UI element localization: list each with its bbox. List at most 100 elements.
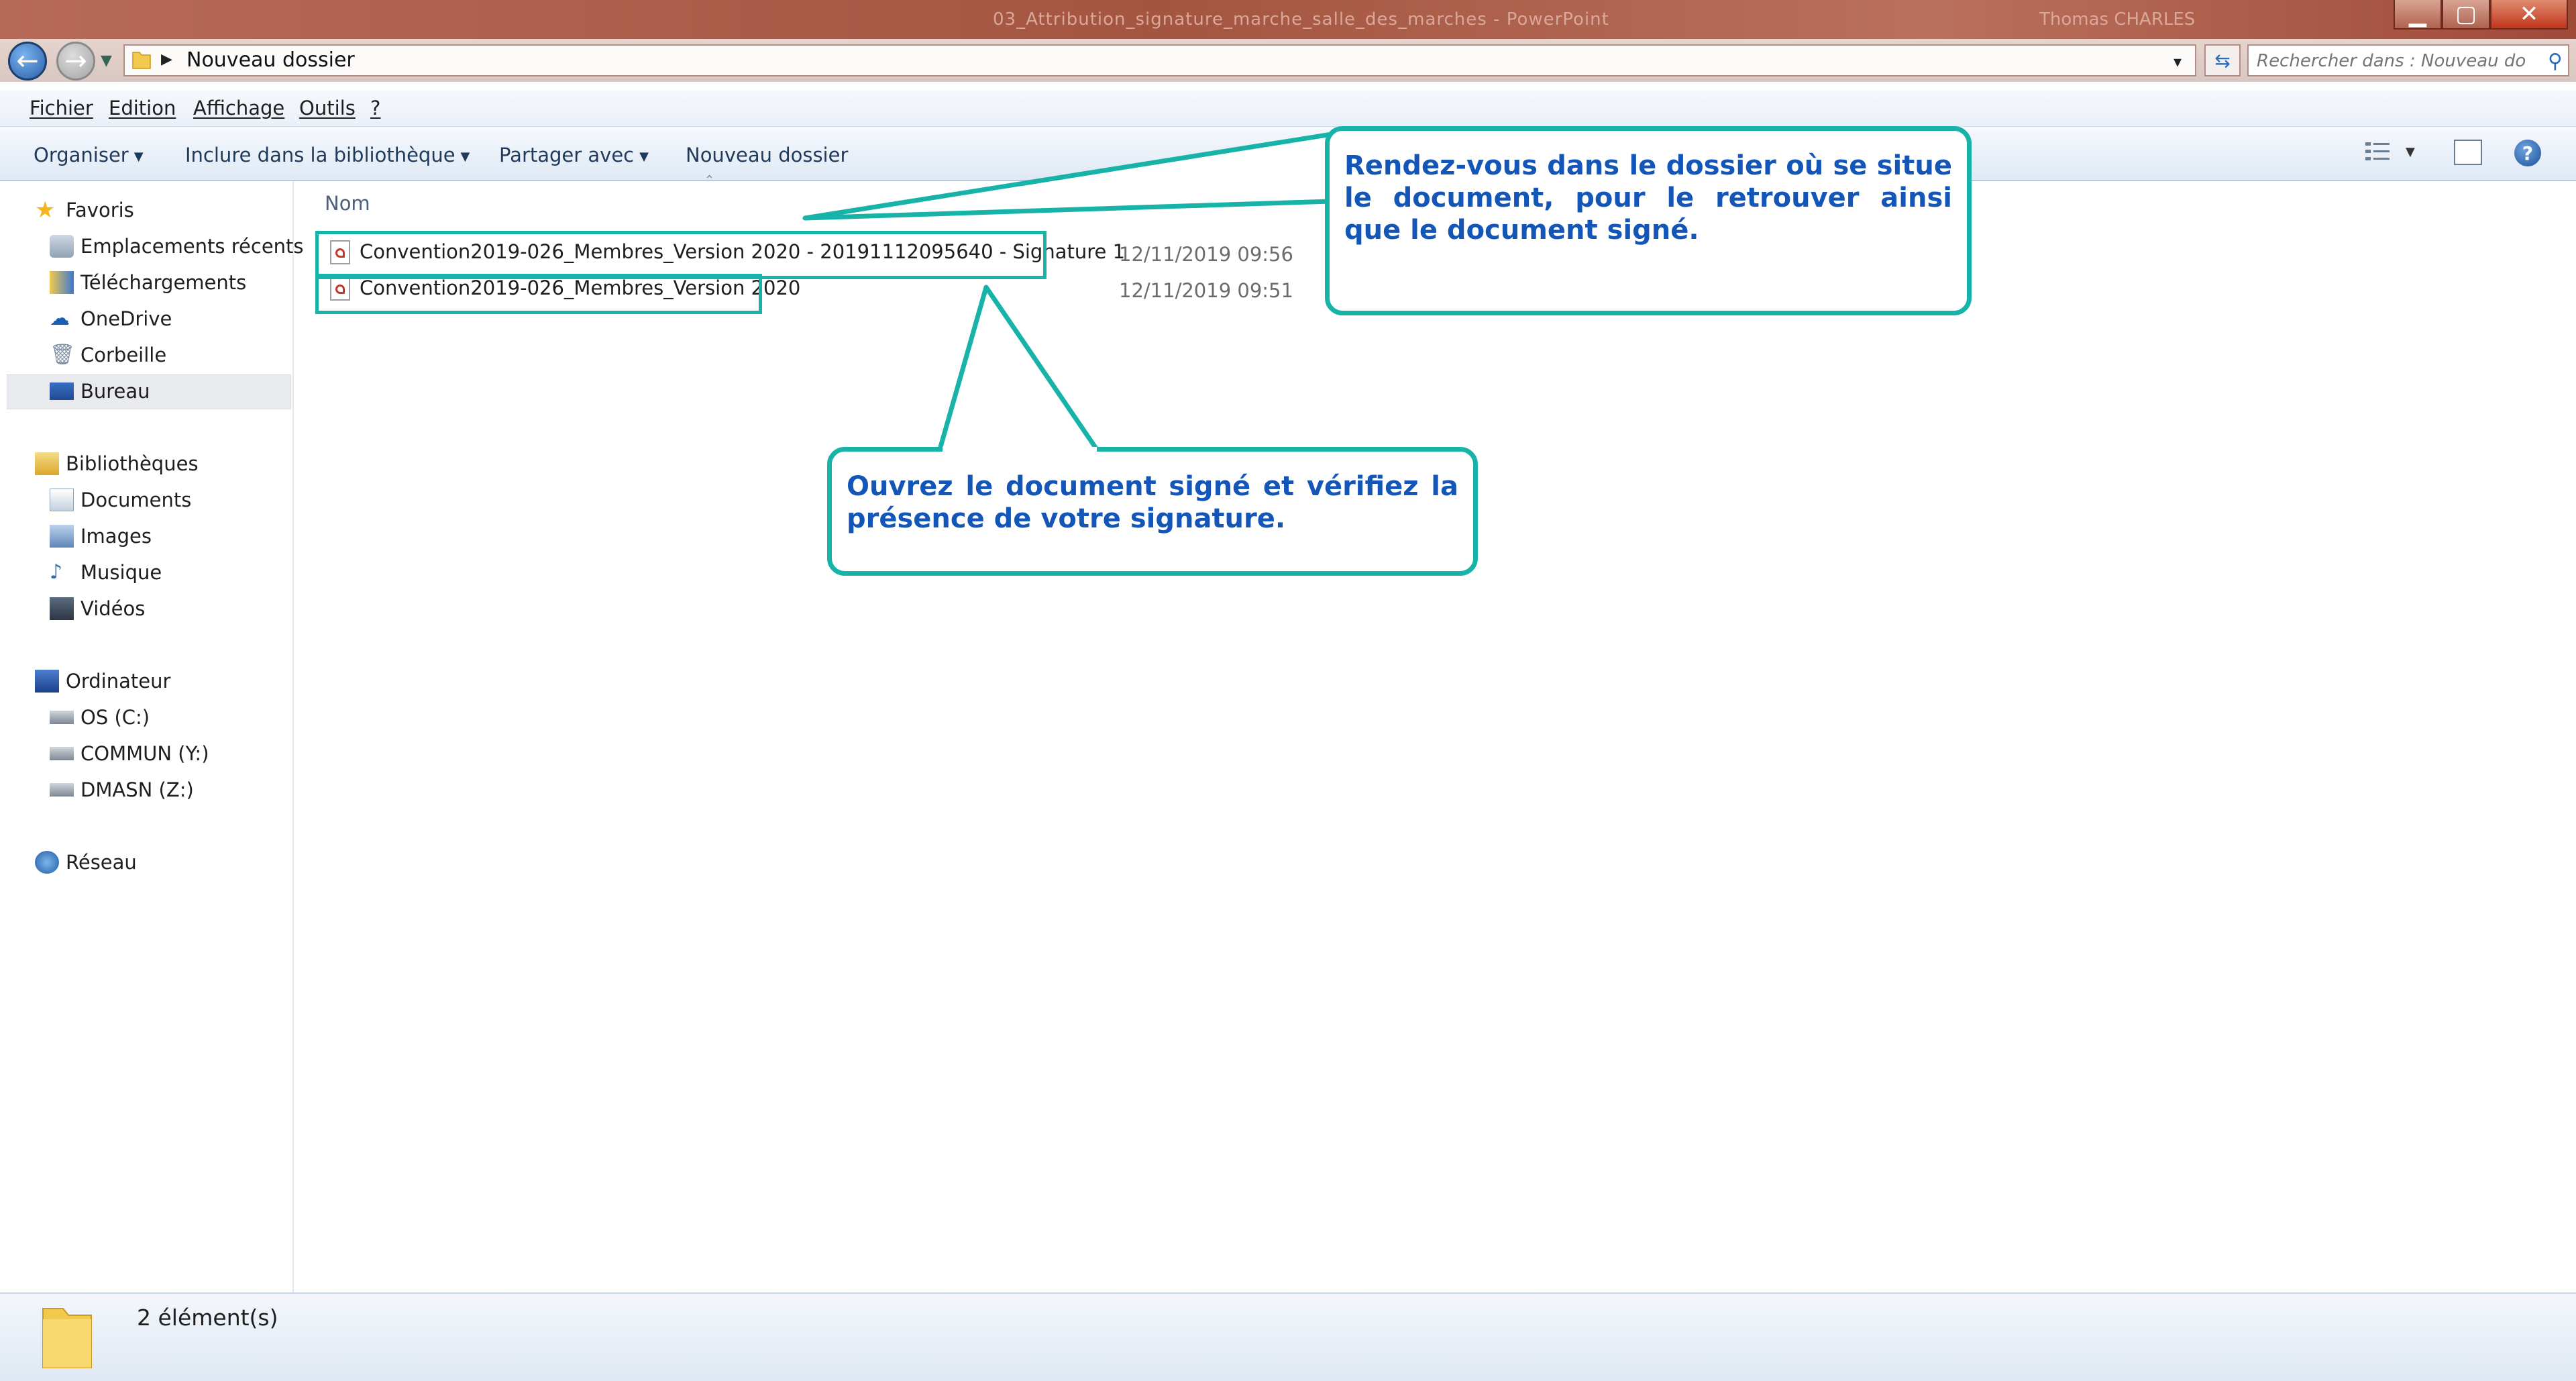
refresh-button[interactable]: ⇆ <box>2204 44 2241 76</box>
breadcrumb-arrow-icon[interactable]: ▶ <box>161 51 172 68</box>
nav-videos[interactable]: Vidéos <box>50 597 145 620</box>
nav-onedrive-label: OneDrive <box>80 307 172 330</box>
nav-commun-label: COMMUN (Y:) <box>80 742 209 765</box>
nav-emplacements-recents[interactable]: Emplacements récents <box>50 235 304 258</box>
breadcrumb-current[interactable]: Nouveau dossier <box>186 48 355 72</box>
star-icon: ★ <box>35 197 56 223</box>
nav-documents-label: Documents <box>80 489 192 511</box>
view-dropdown[interactable]: ▼ <box>2406 145 2415 159</box>
folder-icon <box>42 1308 92 1368</box>
nav-dmasn-label: DMASN (Z:) <box>80 778 194 801</box>
organiser-button[interactable]: Organiser ▼ <box>34 144 144 166</box>
nav-bibliotheques-label: Bibliothèques <box>66 452 199 475</box>
nav-bureau[interactable]: Bureau <box>50 380 150 403</box>
nav-images-label: Images <box>80 525 152 548</box>
drive-icon <box>50 711 74 724</box>
menu-help[interactable]: ? <box>370 97 380 119</box>
nav-favoris-label: Favoris <box>66 199 134 221</box>
share-button[interactable]: Partager avec ▼ <box>499 144 649 166</box>
callout-pointers <box>802 132 1334 459</box>
sort-arrow-icon: ⌃ <box>704 173 715 187</box>
file-date: 12/11/2019 09:56 <box>1119 243 1293 266</box>
nav-images[interactable]: Images <box>50 525 152 548</box>
nav-ordinateur[interactable]: Ordinateur <box>35 670 170 693</box>
nav-os-c[interactable]: OS (C:) <box>50 706 150 729</box>
address-input[interactable] <box>123 44 2196 76</box>
recycle-bin-icon: 🗑 <box>50 343 76 366</box>
nav-ordinateur-label: Ordinateur <box>66 670 171 693</box>
music-icon: ♪ <box>50 560 63 584</box>
back-button[interactable]: ← <box>8 42 47 81</box>
minimize-button[interactable]: ▁ <box>2394 0 2442 30</box>
nav-corbeille[interactable]: 🗑 Corbeille <box>50 343 166 367</box>
include-library-label: Inclure dans la bibliothèque <box>185 144 455 166</box>
item-count: 2 élément(s) <box>137 1305 278 1331</box>
chevron-down-icon: ▼ <box>133 149 144 164</box>
nav-commun-y[interactable]: COMMUN (Y:) <box>50 742 209 765</box>
details-pane <box>0 1292 2576 1381</box>
videos-icon <box>50 597 74 620</box>
computer-icon <box>35 670 59 693</box>
nav-musique-label: Musique <box>80 561 162 584</box>
libraries-icon <box>35 452 59 475</box>
nav-bibliotheques[interactable]: Bibliothèques <box>35 452 199 475</box>
user-name: Thomas CHARLES <box>2039 9 2196 30</box>
help-icon[interactable]: ? <box>2514 140 2541 166</box>
nav-musique[interactable]: ♪ Musique <box>50 561 162 584</box>
view-details-icon[interactable] <box>2364 140 2391 164</box>
menu-edition[interactable]: Edition <box>109 97 176 119</box>
nav-emplacements-label: Emplacements récents <box>80 235 304 258</box>
include-library-button[interactable]: Inclure dans la bibliothèque ▼ <box>185 144 470 166</box>
menu-outils[interactable]: Outils <box>299 97 356 119</box>
network-drive-icon <box>50 747 74 760</box>
new-folder-button[interactable]: Nouveau dossier <box>686 144 848 166</box>
column-header-name[interactable]: Nom <box>325 192 370 215</box>
pointer-seam-top <box>1332 140 1338 196</box>
documents-icon <box>50 489 74 511</box>
share-label: Partager avec <box>499 144 635 166</box>
arrow-left-icon: ← <box>16 46 39 76</box>
maximize-button[interactable]: ▢ <box>2442 0 2490 30</box>
close-button[interactable]: ✕ <box>2490 0 2568 30</box>
nav-favoris[interactable]: ★ Favoris <box>35 199 134 221</box>
organiser-label: Organiser <box>34 144 129 166</box>
cloud-icon: ☁ <box>50 307 70 330</box>
search-box[interactable]: ⚲ <box>2247 44 2569 76</box>
nav-os-label: OS (C:) <box>80 706 150 729</box>
folder-icon <box>132 52 151 69</box>
menu-fichier[interactable]: Fichier <box>30 97 93 119</box>
downloads-folder-icon <box>50 271 74 294</box>
recent-pages-dropdown[interactable]: ▼ <box>101 52 112 69</box>
desktop-icon <box>50 382 74 400</box>
search-icon[interactable]: ⚲ <box>2548 50 2563 73</box>
nav-reseau[interactable]: Réseau <box>35 851 137 874</box>
arrow-right-icon: → <box>64 46 87 76</box>
callout-bottom: Ouvrez le document signé et vérifiez la … <box>827 447 1478 576</box>
network-drive-icon <box>50 783 74 797</box>
callout-bottom-pointer <box>935 285 1104 459</box>
window-title: 03_Attribution_signature_marche_salle_de… <box>993 9 1609 30</box>
chevron-down-icon: ▼ <box>639 149 649 164</box>
refresh-icon: ⇆ <box>2214 49 2231 72</box>
nav-bureau-label: Bureau <box>80 380 150 403</box>
search-input[interactable] <box>2255 48 2526 74</box>
address-dropdown[interactable]: ▾ <box>2174 52 2182 71</box>
file-date: 12/11/2019 09:51 <box>1119 279 1293 302</box>
callout-bottom-text: Ouvrez le document signé et vérifiez la … <box>847 471 1458 534</box>
pointer-seam-bottom <box>943 447 1097 452</box>
callout-top: Rendez-vous dans le dossier où se situe … <box>1325 126 1972 315</box>
nav-onedrive[interactable]: ☁ OneDrive <box>50 307 172 331</box>
nav-dmasn-z[interactable]: DMASN (Z:) <box>50 778 194 801</box>
recent-places-icon <box>50 235 74 258</box>
menu-affichage[interactable]: Affichage <box>193 97 284 119</box>
forward-button[interactable]: → <box>56 42 95 81</box>
menu-bar <box>0 90 2576 127</box>
nav-telechargements[interactable]: Téléchargements <box>50 271 246 294</box>
network-icon <box>35 851 59 874</box>
preview-pane-icon[interactable] <box>2454 140 2482 165</box>
callout-top-text: Rendez-vous dans le dossier où se situe … <box>1344 150 1952 246</box>
nav-telechargements-label: Téléchargements <box>80 271 247 294</box>
nav-videos-label: Vidéos <box>80 597 146 620</box>
pictures-icon <box>50 525 74 548</box>
nav-documents[interactable]: Documents <box>50 489 191 511</box>
